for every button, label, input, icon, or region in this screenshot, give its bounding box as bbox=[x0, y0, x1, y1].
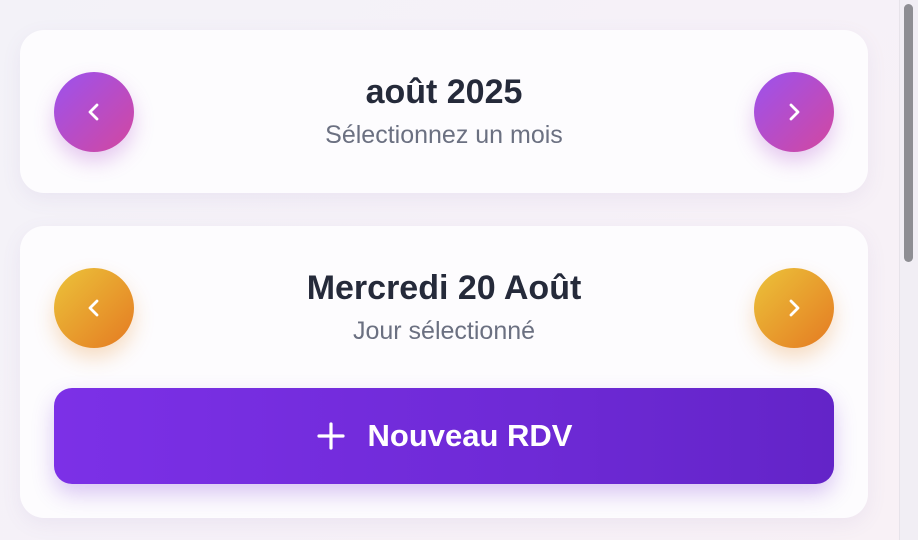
new-appointment-label: Nouveau RDV bbox=[367, 418, 573, 453]
plus-icon bbox=[316, 422, 345, 450]
day-title: Mercredi 20 Août bbox=[306, 269, 582, 307]
month-display: août 2025 Sélectionnez un mois bbox=[20, 72, 868, 150]
day-subtitle: Jour sélectionné bbox=[352, 317, 536, 345]
month-selector-card: août 2025 Sélectionnez un mois bbox=[20, 30, 868, 193]
month-title: août 2025 bbox=[365, 73, 523, 111]
day-selector-card: Mercredi 20 Août Jour sélectionné Nouvea… bbox=[20, 226, 868, 518]
new-appointment-button[interactable]: Nouveau RDV bbox=[54, 388, 834, 484]
next-day-button[interactable] bbox=[754, 268, 834, 348]
day-display: Mercredi 20 Août Jour sélectionné bbox=[20, 268, 868, 346]
next-month-button[interactable] bbox=[754, 72, 834, 152]
month-subtitle: Sélectionnez un mois bbox=[325, 121, 563, 149]
chevron-right-icon bbox=[789, 299, 800, 317]
chevron-right-icon bbox=[789, 103, 800, 121]
scrollbar-thumb[interactable] bbox=[904, 4, 913, 262]
vertical-scrollbar[interactable] bbox=[899, 0, 918, 540]
